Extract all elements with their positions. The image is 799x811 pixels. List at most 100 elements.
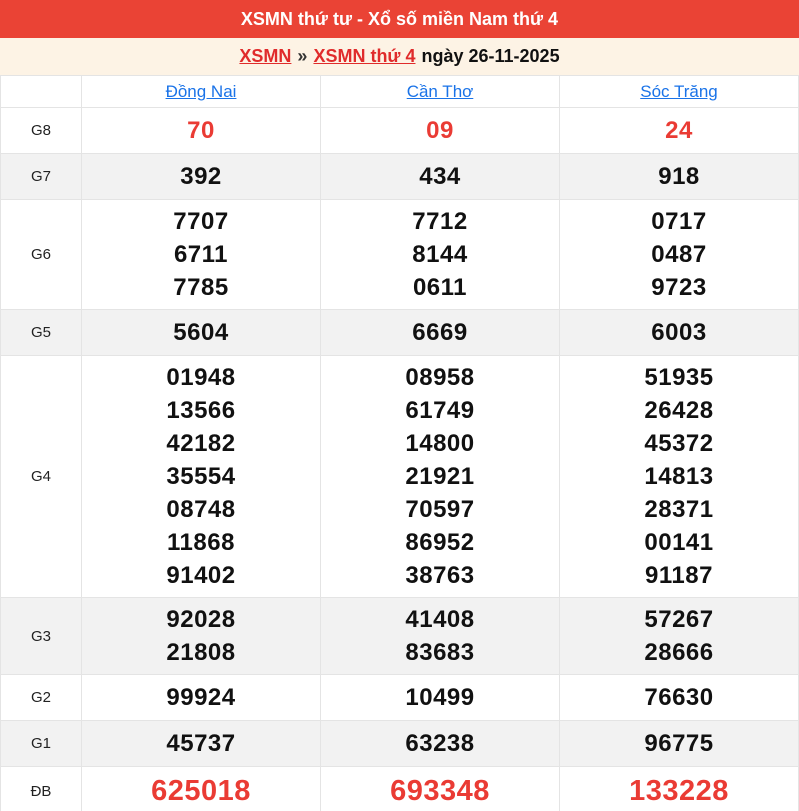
prize-cell-G5-2: 6669	[321, 310, 560, 356]
result-number: 08958	[321, 361, 559, 394]
prize-label: G8	[1, 108, 82, 154]
prize-row-ĐB: ĐB625018693348133228	[1, 767, 799, 811]
result-number: 133228	[560, 773, 798, 810]
result-number: 96775	[560, 727, 798, 760]
result-number: 6003	[560, 316, 798, 349]
result-number: 8144	[321, 238, 559, 271]
result-number: 70597	[321, 493, 559, 526]
result-number: 7785	[82, 271, 320, 304]
result-number: 21808	[82, 636, 320, 669]
result-number: 76630	[560, 681, 798, 714]
prize-row-G3: G3920282180841408836835726728666	[1, 598, 799, 675]
result-number: 6711	[82, 238, 320, 271]
prize-row-G8: G8700924	[1, 108, 799, 154]
result-number: 10499	[321, 681, 559, 714]
prize-label: G1	[1, 721, 82, 767]
page-header-bar: XSMN thứ tư - Xổ số miền Nam thứ 4	[0, 0, 799, 38]
prize-cell-G6-1: 770767117785	[82, 200, 321, 310]
result-number: 693348	[321, 773, 559, 810]
result-number: 42182	[82, 427, 320, 460]
prize-label: ĐB	[1, 767, 82, 811]
result-number: 01948	[82, 361, 320, 394]
prize-cell-G5-1: 5604	[82, 310, 321, 356]
result-number: 7707	[82, 205, 320, 238]
result-number: 92028	[82, 603, 320, 636]
prize-cell-ĐB-2: 693348	[321, 767, 560, 811]
prize-cell-G1-2: 63238	[321, 721, 560, 767]
result-number: 0487	[560, 238, 798, 271]
prize-cell-G7-3: 918	[560, 154, 799, 200]
prize-label: G3	[1, 598, 82, 675]
result-number: 918	[560, 160, 798, 193]
result-number: 0611	[321, 271, 559, 304]
prize-cell-G8-3: 24	[560, 108, 799, 154]
result-number: 6669	[321, 316, 559, 349]
result-number: 7712	[321, 205, 559, 238]
result-number: 45737	[82, 727, 320, 760]
result-number: 11868	[82, 526, 320, 559]
result-number: 434	[321, 160, 559, 193]
result-number: 41408	[321, 603, 559, 636]
prize-label: G5	[1, 310, 82, 356]
prize-row-G6: G6770767117785771281440611071704879723	[1, 200, 799, 310]
breadcrumb-link-xsmn-thu-4[interactable]: XSMN thứ 4	[313, 46, 415, 67]
prize-cell-ĐB-1: 625018	[82, 767, 321, 811]
result-number: 91187	[560, 559, 798, 592]
prize-cell-G4-2: 08958617491480021921705978695238763	[321, 356, 560, 598]
prize-row-G7: G7392434918	[1, 154, 799, 200]
result-number: 63238	[321, 727, 559, 760]
prize-cell-G4-3: 51935264284537214813283710014191187	[560, 356, 799, 598]
prize-cell-G2-3: 76630	[560, 675, 799, 721]
result-number: 45372	[560, 427, 798, 460]
result-number: 13566	[82, 394, 320, 427]
province-link-1[interactable]: Đồng Nai	[166, 82, 237, 101]
prize-cell-G8-2: 09	[321, 108, 560, 154]
result-number: 21921	[321, 460, 559, 493]
prize-cell-G4-1: 01948135664218235554087481186891402	[82, 356, 321, 598]
province-header-row: Đồng Nai Cần Thơ Sóc Trăng	[1, 76, 799, 108]
prize-cell-G2-2: 10499	[321, 675, 560, 721]
prize-cell-G1-3: 96775	[560, 721, 799, 767]
result-number: 00141	[560, 526, 798, 559]
result-number: 09	[321, 114, 559, 147]
result-number: 35554	[82, 460, 320, 493]
breadcrumb-link-xsmn[interactable]: XSMN	[239, 46, 291, 67]
breadcrumb: XSMN » XSMN thứ 4 ngày 26-11-2025	[0, 38, 799, 75]
province-link-3[interactable]: Sóc Trăng	[640, 82, 718, 101]
result-number: 9723	[560, 271, 798, 304]
prize-label: G2	[1, 675, 82, 721]
result-number: 24	[560, 114, 798, 147]
province-header-3: Sóc Trăng	[560, 76, 799, 108]
result-number: 38763	[321, 559, 559, 592]
result-number: 14813	[560, 460, 798, 493]
prize-label: G6	[1, 200, 82, 310]
result-number: 08748	[82, 493, 320, 526]
result-number: 99924	[82, 681, 320, 714]
prize-row-G4: G401948135664218235554087481186891402089…	[1, 356, 799, 598]
result-number: 61749	[321, 394, 559, 427]
result-number: 28371	[560, 493, 798, 526]
result-number: 86952	[321, 526, 559, 559]
prize-cell-G2-1: 99924	[82, 675, 321, 721]
result-number: 14800	[321, 427, 559, 460]
corner-cell	[1, 76, 82, 108]
result-number: 625018	[82, 773, 320, 810]
province-link-2[interactable]: Cần Thơ	[407, 82, 474, 101]
prize-cell-G3-1: 9202821808	[82, 598, 321, 675]
result-number: 83683	[321, 636, 559, 669]
breadcrumb-date: ngày 26-11-2025	[421, 46, 559, 67]
prize-row-G1: G1457376323896775	[1, 721, 799, 767]
result-number: 70	[82, 114, 320, 147]
result-number: 57267	[560, 603, 798, 636]
page-title: XSMN thứ tư - Xổ số miền Nam thứ 4	[241, 9, 558, 30]
result-number: 51935	[560, 361, 798, 394]
prize-cell-G8-1: 70	[82, 108, 321, 154]
breadcrumb-separator: »	[297, 46, 307, 67]
prize-label: G4	[1, 356, 82, 598]
lottery-results-table: Đồng NaiCần ThơSóc Trăng G8700924G739243…	[0, 75, 799, 811]
prize-cell-ĐB-3: 133228	[560, 767, 799, 811]
prize-row-G5: G5560466696003	[1, 310, 799, 356]
prize-cell-G7-1: 392	[82, 154, 321, 200]
prize-cell-G6-2: 771281440611	[321, 200, 560, 310]
province-header-1: Đồng Nai	[82, 76, 321, 108]
